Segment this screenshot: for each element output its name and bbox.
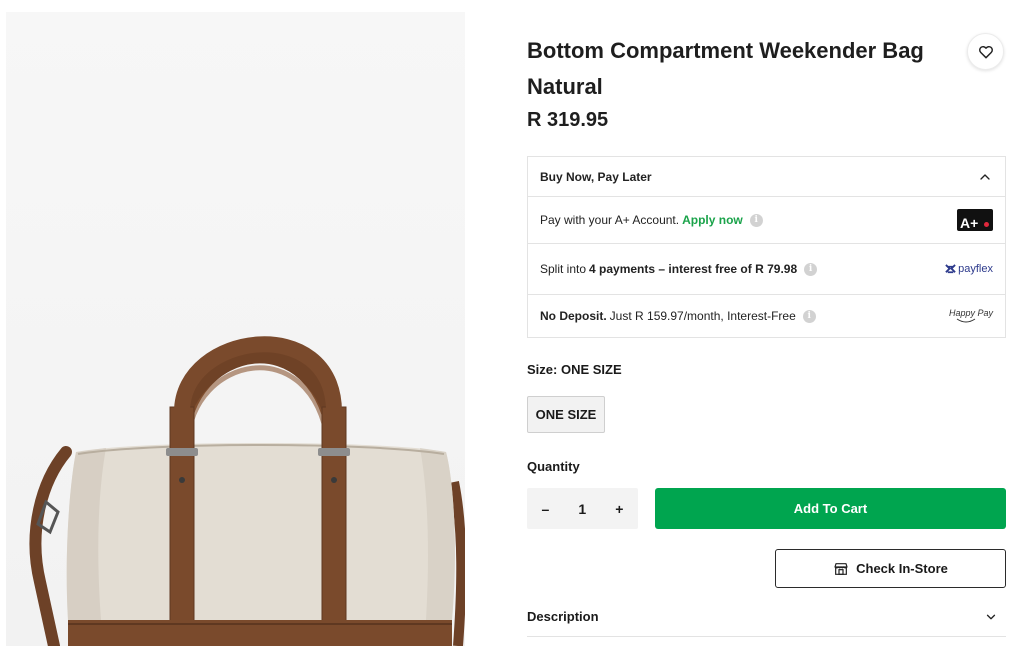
wishlist-button[interactable]: [967, 33, 1004, 70]
product-title: Bottom Compartment Weekender Bag Natural: [527, 38, 924, 99]
product-image[interactable]: [6, 12, 465, 646]
payflex-terms: 4 payments – interest free of R 79.98: [589, 262, 798, 276]
decrease-quantity-button[interactable]: –: [536, 501, 556, 517]
chevron-down-icon: [986, 614, 996, 619]
aplus-text: Pay with your A+ Account.: [540, 213, 680, 227]
bnpl-aplus-row: Pay with your A+ Account. Apply now i A+: [528, 197, 1005, 244]
quantity-stepper: – 1 +: [527, 488, 638, 529]
description-accordion[interactable]: Description: [527, 597, 1006, 637]
size-label: Size: ONE SIZE: [527, 362, 622, 377]
quantity-input[interactable]: 1: [572, 501, 592, 517]
aplus-logo: A+: [957, 209, 993, 231]
weekender-bag-illustration: [29, 336, 465, 646]
bnpl-heading: Buy Now, Pay Later: [540, 169, 652, 184]
size-option-button[interactable]: ONE SIZE: [527, 396, 605, 433]
check-in-store-label: Check In-Store: [856, 561, 948, 576]
payflex-prefix: Split into: [540, 262, 587, 276]
bnpl-happypay-row: No Deposit. Just R 159.97/month, Interes…: [528, 295, 1005, 337]
payflex-logo: payflex: [945, 263, 993, 275]
check-in-store-button[interactable]: Check In-Store: [775, 549, 1006, 588]
heart-icon: [978, 45, 993, 58]
quantity-label: Quantity: [527, 459, 580, 474]
info-icon[interactable]: i: [804, 262, 818, 276]
increase-quantity-button[interactable]: +: [609, 501, 629, 517]
store-icon: [834, 562, 848, 575]
info-icon[interactable]: i: [749, 213, 763, 227]
payflex-mark-icon: [945, 263, 956, 273]
add-to-cart-button[interactable]: Add To Cart: [655, 488, 1006, 529]
chevron-up-icon: [980, 173, 990, 180]
product-price: R 319.95: [527, 109, 609, 131]
bnpl-payflex-row: Split into 4 payments – interest free of…: [528, 244, 1005, 295]
info-icon[interactable]: i: [802, 309, 816, 323]
apply-now-link[interactable]: Apply now: [682, 213, 743, 227]
smile-icon: [956, 318, 976, 322]
happypay-bold: No Deposit.: [540, 309, 607, 323]
bnpl-panel: Buy Now, Pay Later Pay with your A+ Acco…: [527, 156, 1006, 338]
happypay-terms: Just R 159.97/month, Interest-Free: [609, 309, 796, 323]
description-label: Description: [527, 609, 599, 624]
happypay-logo: Happy Pay: [949, 308, 993, 324]
bnpl-header[interactable]: Buy Now, Pay Later: [528, 157, 1005, 197]
